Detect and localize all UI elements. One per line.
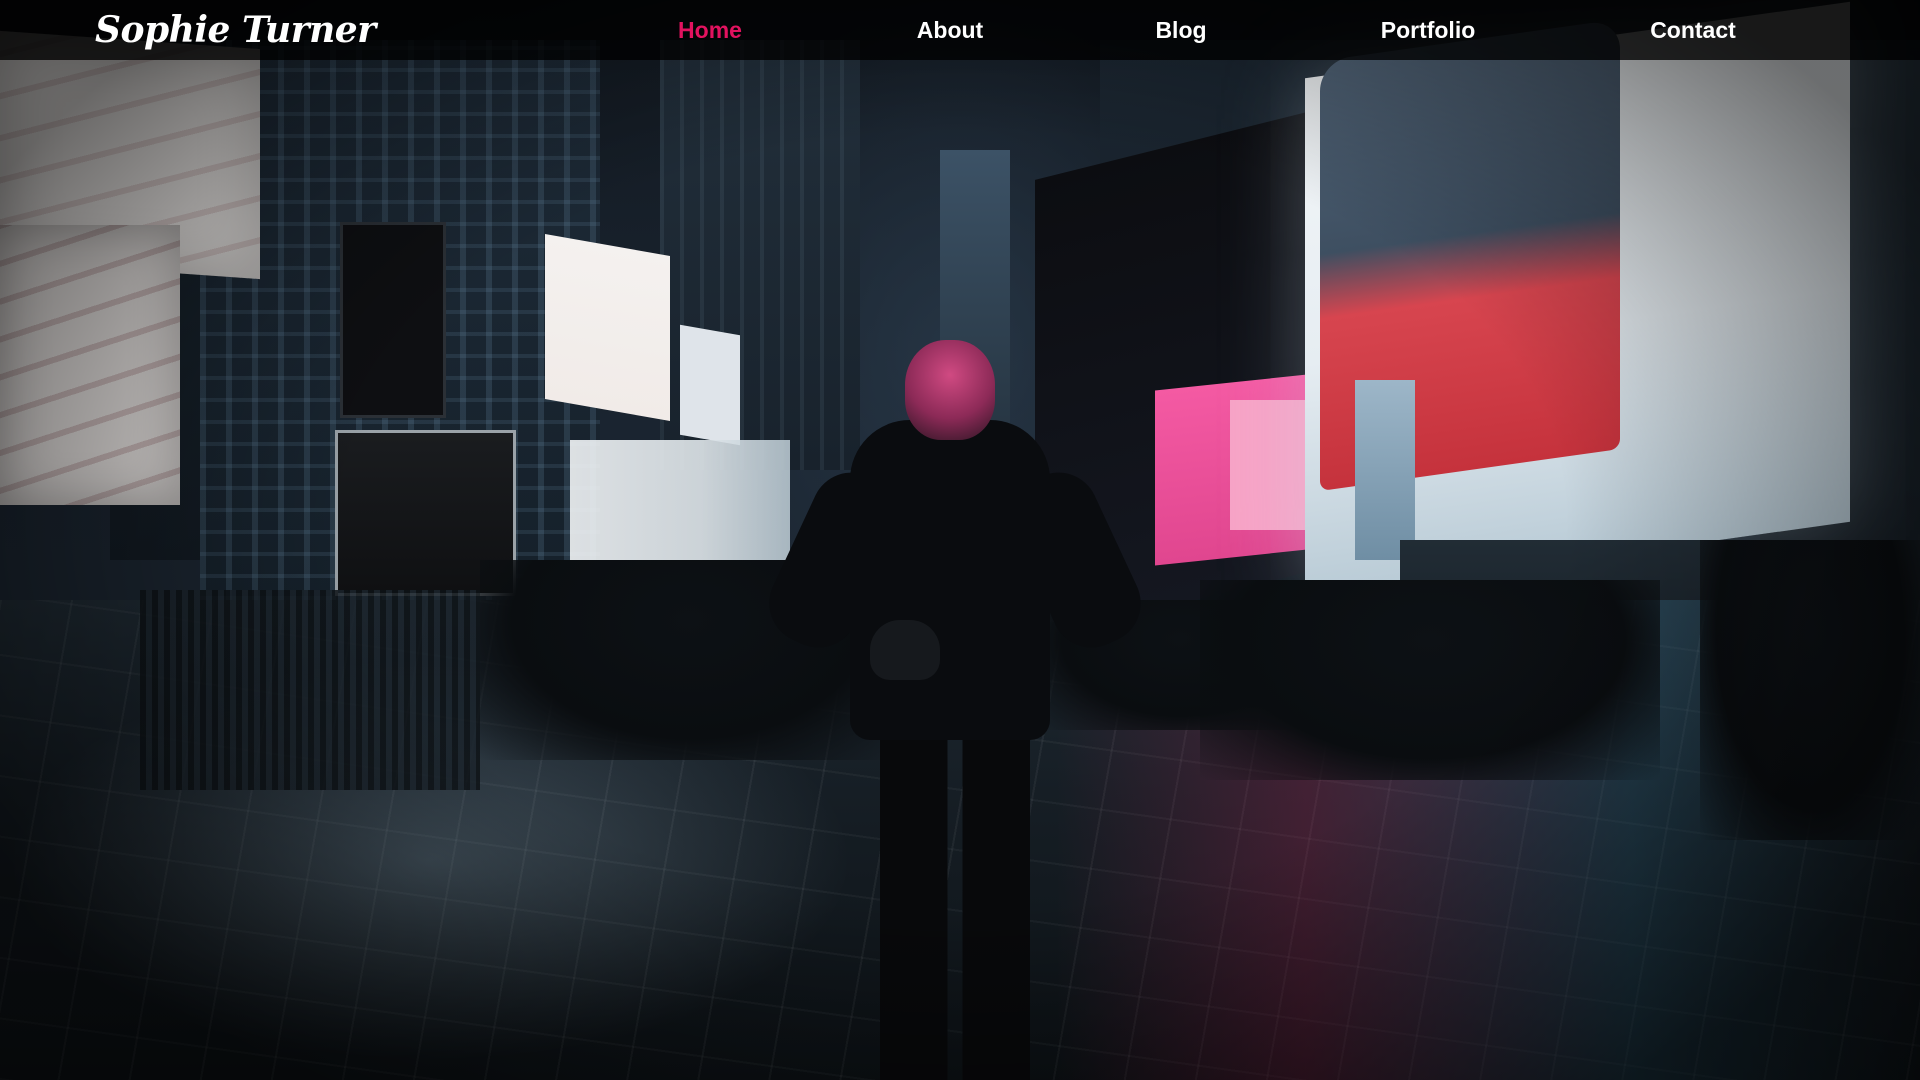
billboard	[1355, 380, 1415, 560]
billboard	[545, 233, 670, 422]
handbag	[870, 620, 940, 680]
billboard	[340, 222, 446, 418]
crowd	[1700, 540, 1920, 840]
crowd	[1200, 580, 1660, 780]
top-navbar: Sophie Turner Home About Blog Portfolio …	[0, 0, 1920, 60]
legs	[880, 720, 1030, 1080]
nav-about-link[interactable]: About	[917, 0, 983, 60]
nav-blog-link[interactable]: Blog	[1155, 0, 1206, 60]
woman-silhouette	[756, 340, 1160, 1080]
hero-background-image	[0, 0, 1920, 1080]
torso	[850, 420, 1050, 740]
billboard	[570, 440, 790, 560]
nav-portfolio-link[interactable]: Portfolio	[1381, 0, 1476, 60]
nav-contact-link[interactable]: Contact	[1650, 0, 1736, 60]
nav-home-link[interactable]: Home	[678, 0, 742, 60]
billboard	[0, 225, 180, 505]
billboard	[680, 324, 740, 446]
head	[905, 340, 995, 440]
page: Sophie Turner Home About Blog Portfolio …	[0, 0, 1920, 1080]
barrier	[140, 590, 480, 790]
nav-menu: Home About Blog Portfolio Contact	[0, 0, 1920, 60]
